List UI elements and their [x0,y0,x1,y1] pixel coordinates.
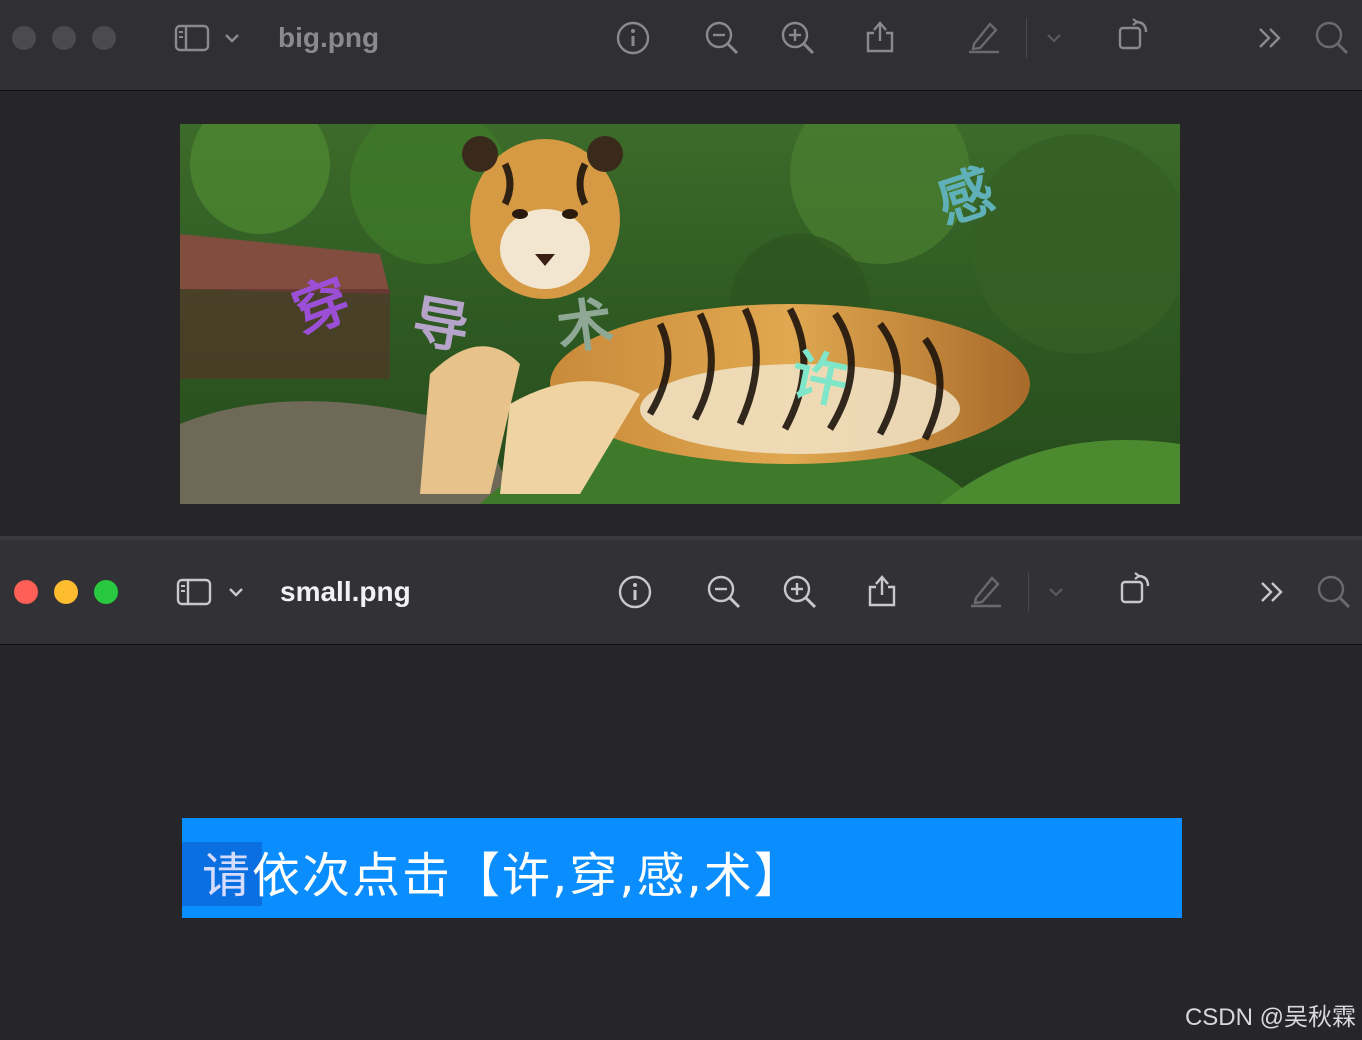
markup-pen-icon[interactable] [966,18,1002,54]
maximize-button[interactable] [94,580,118,604]
watermark: CSDN @吴秋霖 [1184,1004,1356,1031]
chevron-down-icon[interactable] [1046,574,1066,610]
instruction-first-char: 请 [202,848,253,904]
captcha-background-image[interactable]: 穿导术许感 [180,124,1180,504]
captcha-instruction-bar: 请依次点击【许,穿,感,术】 [182,818,1182,918]
captcha-instruction-text: 请依次点击【许,穿,感,术】 [202,836,804,906]
rotate-icon[interactable] [1118,570,1154,606]
toolbar-separator [1026,18,1027,58]
zoom-out-icon[interactable] [706,574,742,610]
traffic-lights [14,580,118,604]
preview-window-small: small.png 请依次点击【许,穿,感,术】 [0,540,1362,1040]
titlebar: small.png [0,540,1362,645]
minimize-button[interactable] [52,26,76,50]
close-button[interactable] [12,26,36,50]
sidebar-icon[interactable] [174,20,210,56]
rotate-icon[interactable] [1116,16,1152,52]
chevron-down-icon[interactable] [1044,20,1064,56]
markup-pen-icon[interactable] [968,572,1004,608]
overlay-char[interactable]: 导 [408,289,474,363]
close-button[interactable] [14,580,38,604]
info-icon[interactable] [617,574,653,610]
zoom-out-icon[interactable] [704,20,740,56]
sidebar-icon[interactable] [176,574,212,610]
more-chevrons-icon[interactable] [1252,20,1288,56]
titlebar: big.png [0,0,1362,91]
chevron-down-icon[interactable] [222,20,242,56]
share-icon[interactable] [862,18,898,54]
preview-window-big: big.png 穿 导 术 许 感 [0,0,1362,538]
info-icon[interactable] [615,20,651,56]
zoom-in-icon[interactable] [780,20,816,56]
search-icon[interactable] [1316,574,1352,610]
zoom-in-icon[interactable] [782,574,818,610]
share-icon[interactable] [864,572,900,608]
minimize-button[interactable] [54,580,78,604]
more-chevrons-icon[interactable] [1254,574,1290,610]
toolbar-separator [1028,572,1029,612]
overlay-char[interactable]: 术 [553,291,618,363]
maximize-button[interactable] [92,26,116,50]
instruction-rest: 依次点击【许,穿,感,术】 [252,848,804,904]
search-icon[interactable] [1314,20,1350,56]
traffic-lights [12,26,116,50]
window-title: small.png [280,576,411,607]
chevron-down-icon[interactable] [226,574,246,610]
window-title: big.png [278,22,380,53]
